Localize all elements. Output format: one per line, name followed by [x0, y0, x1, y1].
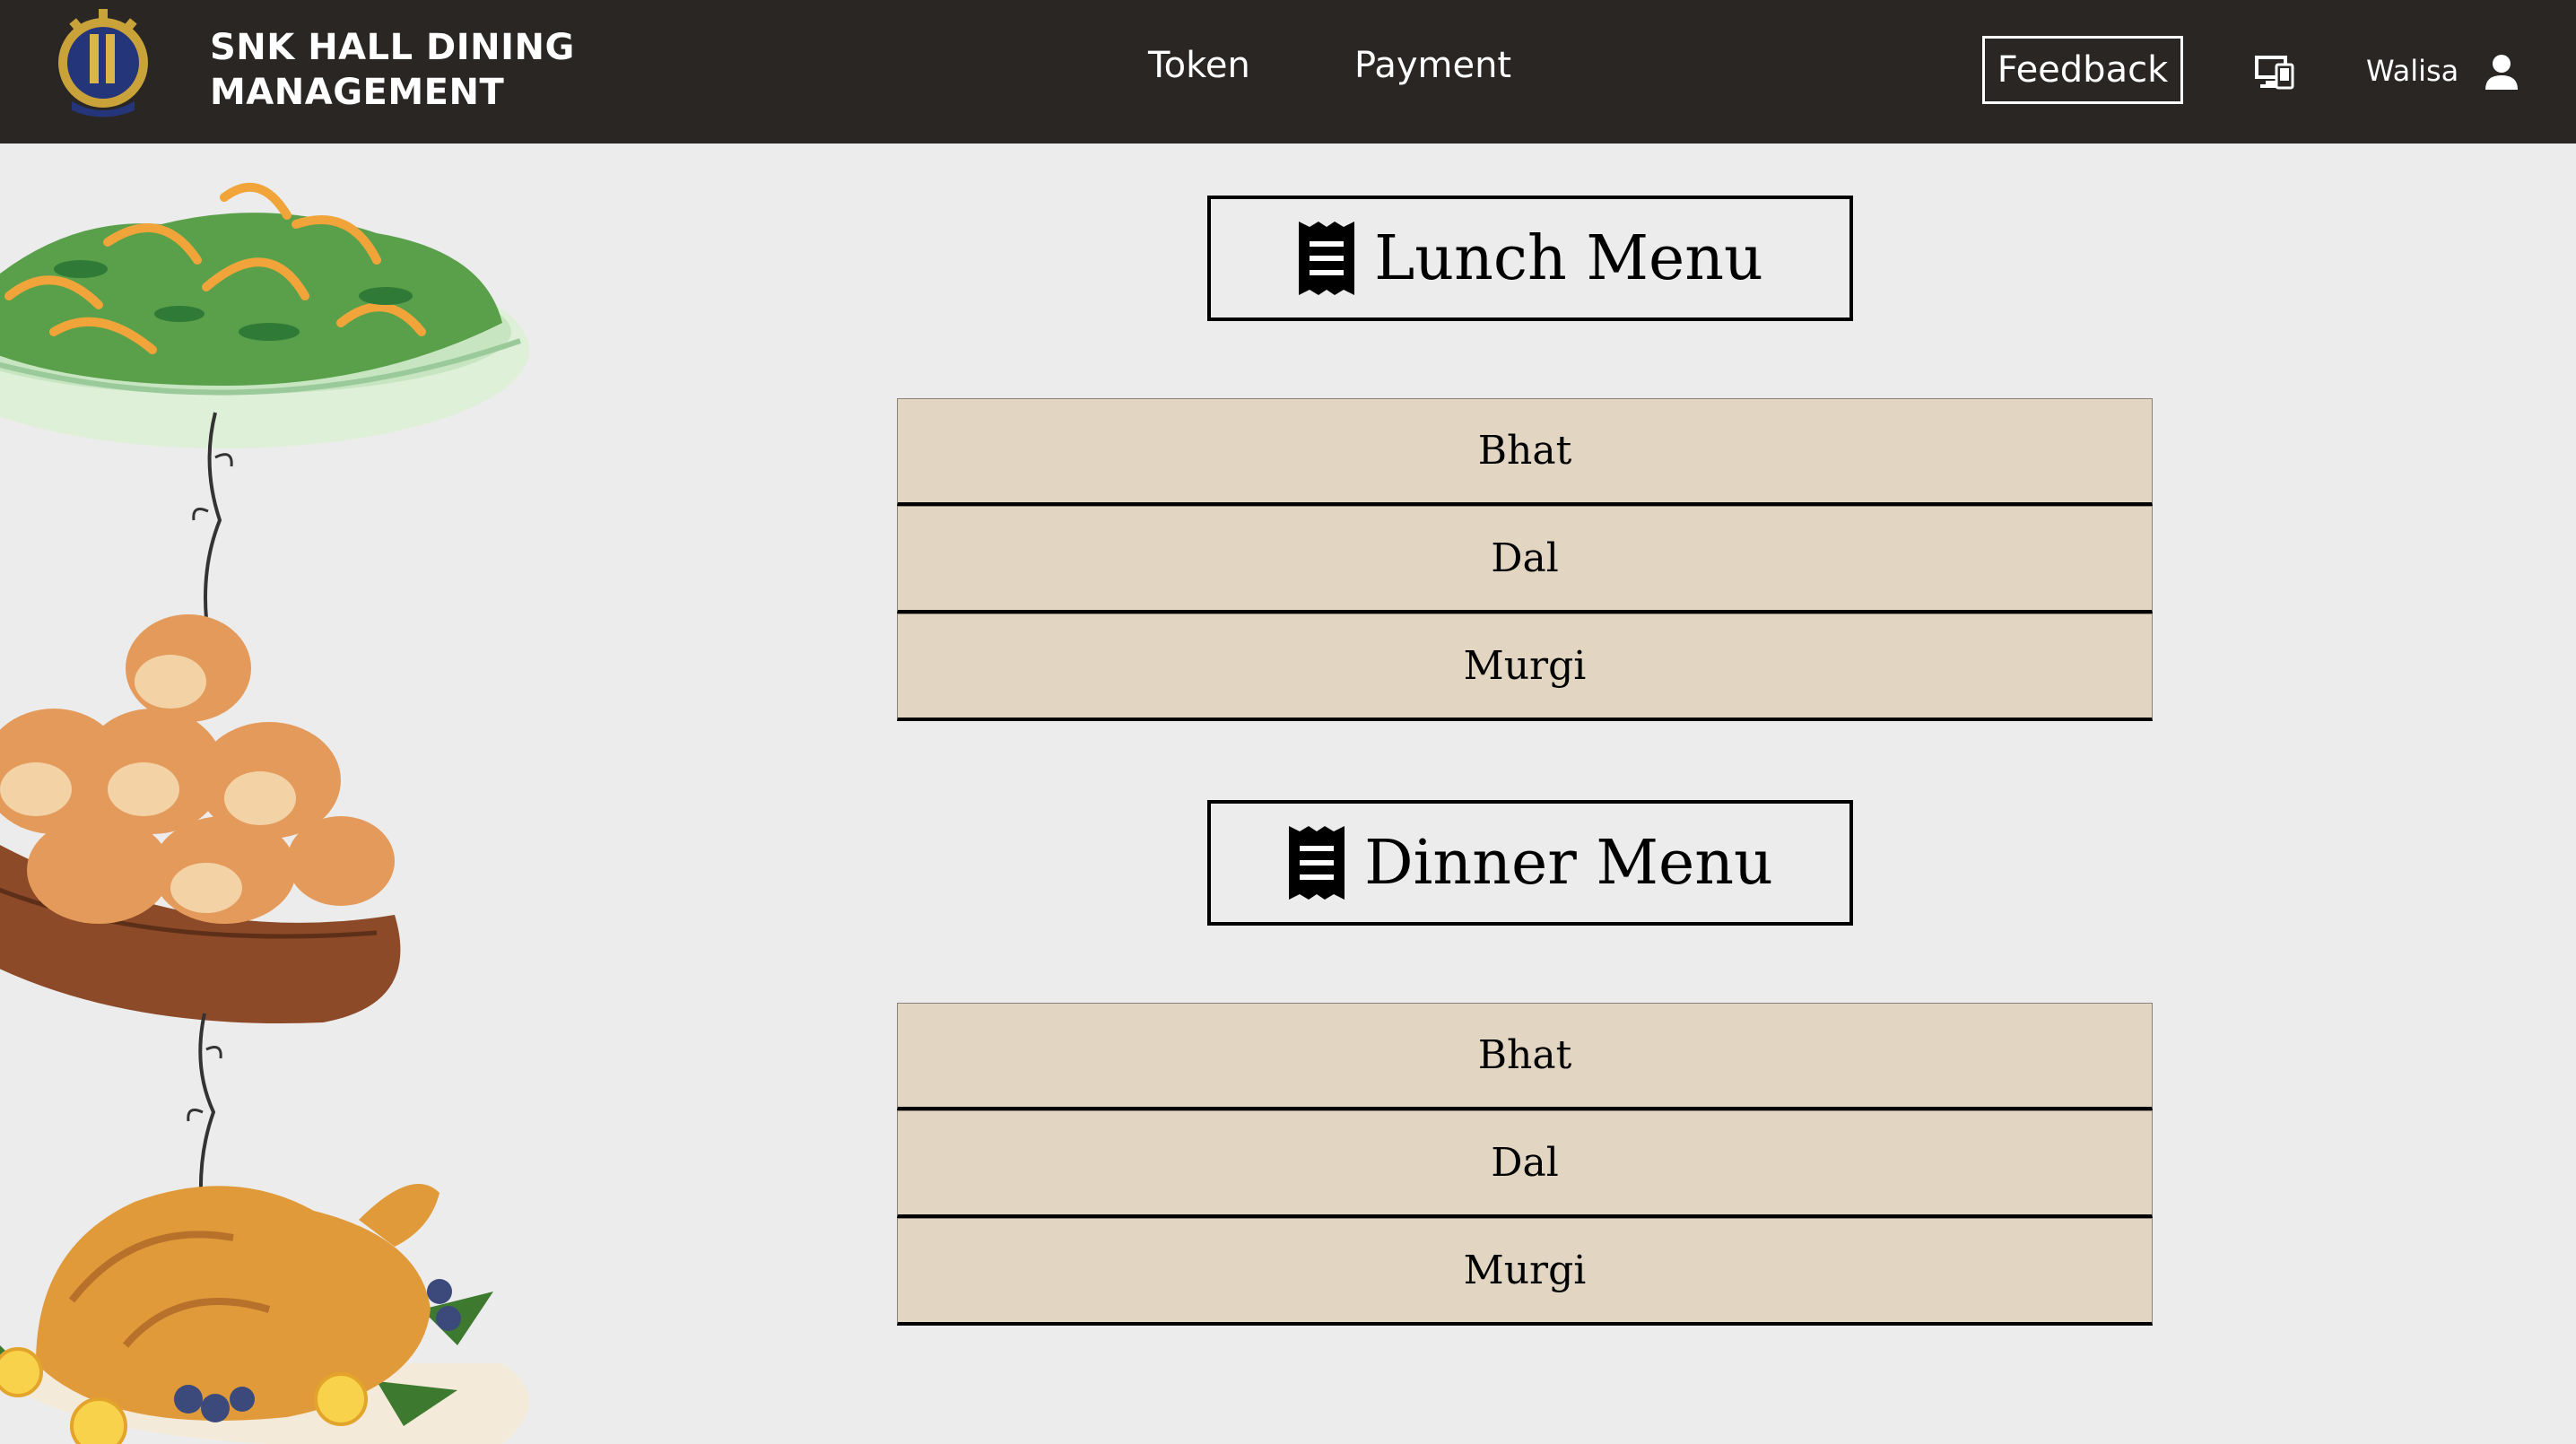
food-illustration: [0, 182, 529, 1444]
brand-line-1: SNK HALL DINING: [210, 27, 575, 68]
dinner-item-2: Dal: [897, 1110, 2153, 1218]
receipt-icon: [1289, 826, 1345, 900]
brand-title[interactable]: SNK HALL DINING MANAGEMENT: [210, 25, 575, 115]
user-icon[interactable]: [2483, 52, 2520, 91]
lunch-item-3: Murgi: [897, 613, 2153, 721]
devices-icon[interactable]: [2255, 54, 2294, 91]
dinner-menu-title: Dinner Menu: [1364, 827, 1773, 899]
dinner-item-3: Murgi: [897, 1218, 2153, 1326]
navbar: SNK HALL DINING MANAGEMENT Token Payment…: [0, 0, 2576, 144]
brand-line-2: MANAGEMENT: [210, 72, 505, 113]
lunch-menu-title: Lunch Menu: [1374, 222, 1763, 294]
nav-payment-link[interactable]: Payment: [1354, 45, 1511, 86]
receipt-icon: [1299, 222, 1355, 295]
nav-token-link[interactable]: Token: [1148, 45, 1250, 86]
dinner-item-1: Bhat: [897, 1003, 2153, 1110]
feedback-button[interactable]: Feedback: [1982, 36, 2183, 104]
university-crest-logo[interactable]: [54, 7, 152, 124]
lunch-menu-list: Bhat Dal Murgi: [897, 398, 2153, 721]
username[interactable]: Walisa: [2366, 54, 2459, 88]
lunch-menu-header: Lunch Menu: [1207, 196, 1853, 321]
lunch-item-2: Dal: [897, 506, 2153, 613]
dinner-menu-list: Bhat Dal Murgi: [897, 1003, 2153, 1326]
dinner-menu-header: Dinner Menu: [1207, 800, 1853, 926]
lunch-item-1: Bhat: [897, 398, 2153, 506]
